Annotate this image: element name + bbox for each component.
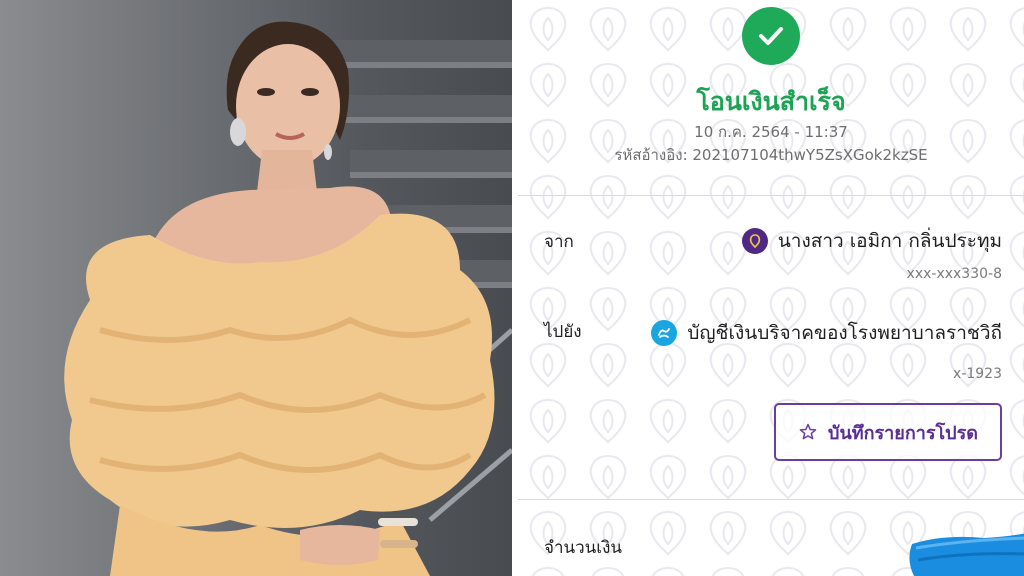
sender-account: xxx-xxx330-8: [906, 266, 1002, 282]
divider: [518, 499, 1024, 500]
transfer-reference: รหัสอ้างอิง: 202107104thwY5ZsXGok2kzSE: [614, 146, 928, 164]
success-check-icon: [742, 7, 800, 65]
recipient-row: บัญชีเงินบริจาคของโรงพยาบาลราชวิถี: [651, 318, 1002, 348]
recipient-account: x-1923: [953, 366, 1002, 382]
sender-name: นางสาว เอมิกา กลิ่นประทุม: [777, 230, 1002, 252]
woman-portrait: [64, 21, 495, 576]
ktb-bank-icon: [651, 320, 678, 346]
to-label: ไปยัง: [544, 322, 582, 342]
from-label: จาก: [544, 232, 574, 252]
recipient-name: บัญชีเงินบริจาคของโรงพยาบาลราชวิถี: [687, 322, 1002, 344]
scb-bank-icon: [741, 228, 768, 254]
transfer-datetime: 10 ก.ค. 2564 - 11:37: [694, 123, 848, 141]
transfer-slip: โอนเงินสำเร็จ 10 ก.ค. 2564 - 11:37 รหัสอ…: [518, 0, 1024, 576]
divider: [518, 195, 1024, 196]
save-favorite-button[interactable]: บันทึกรายการโปรด: [774, 403, 1002, 461]
transfer-status-title: โอนเงินสำเร็จ: [696, 87, 846, 116]
amount-redaction-scribble: [909, 533, 1024, 576]
save-favorite-label: บันทึกรายการโปรด: [828, 422, 978, 444]
sender-row: นางสาว เอมิกา กลิ่นประทุม: [741, 226, 1002, 256]
photo-panel: [0, 0, 512, 576]
star-icon: [799, 423, 817, 440]
amount-label: จำนวนเงิน: [544, 538, 623, 558]
